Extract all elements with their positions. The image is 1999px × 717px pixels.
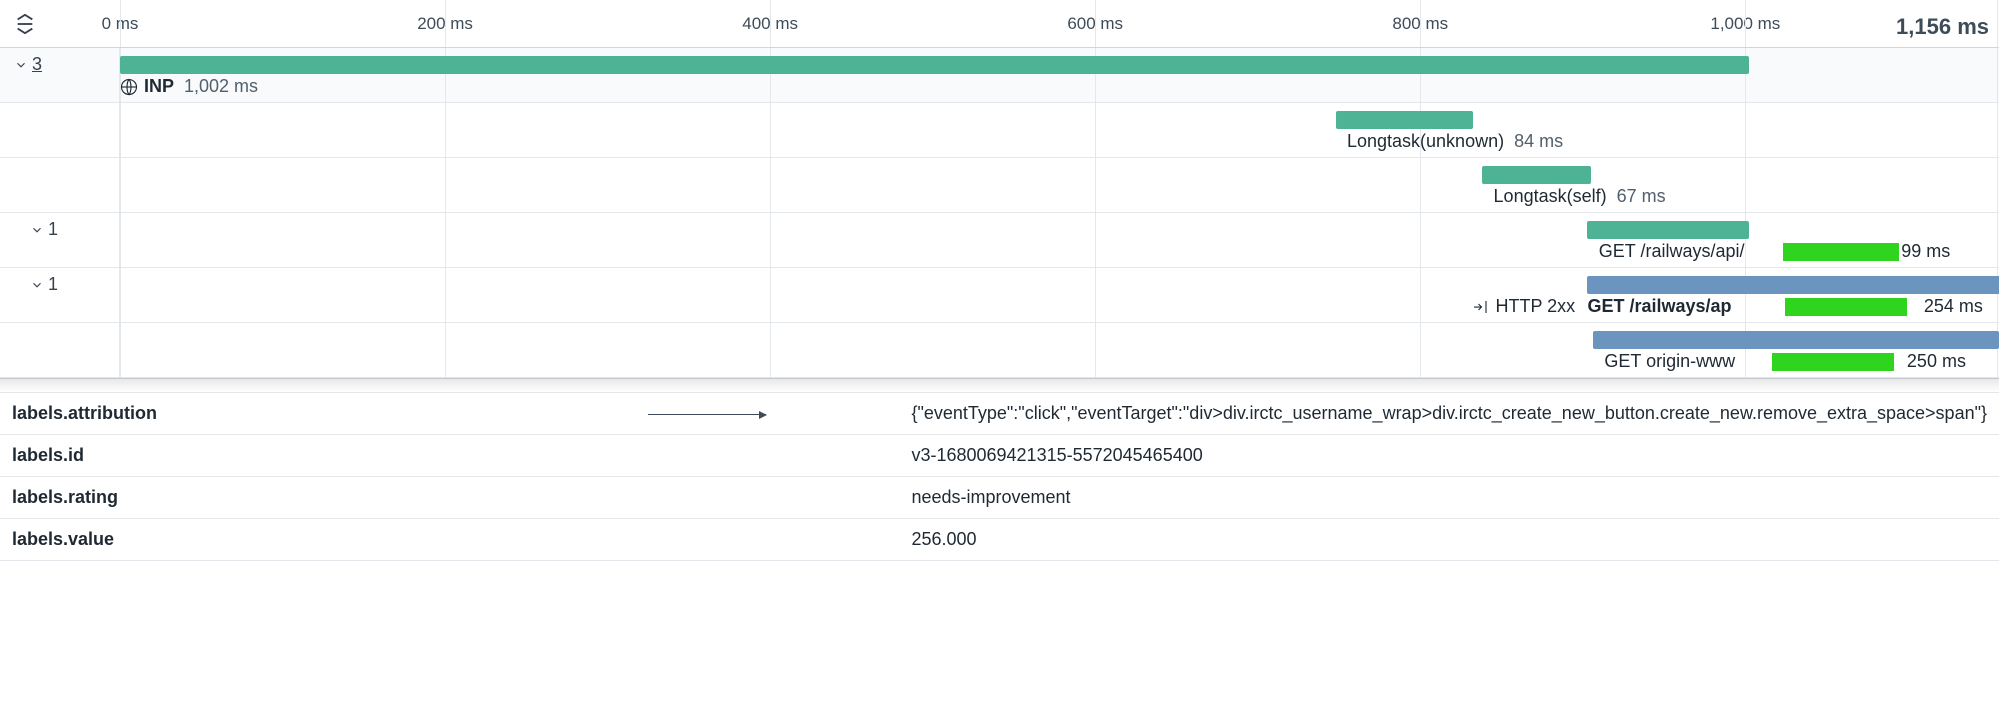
label-key: labels.rating	[0, 477, 899, 519]
waterfall-row[interactable]: 1 GET /railways/ap 254 ms HTTP 2xx	[0, 268, 1999, 323]
chevron-down-icon	[30, 278, 44, 292]
time-ruler: 0 ms200 ms400 ms600 ms800 ms1,000 ms1,15…	[0, 0, 1999, 48]
chevron-down-icon	[14, 58, 28, 72]
span-label: GET /railways/api/	[1599, 241, 1745, 262]
row-count: 1	[48, 219, 58, 240]
span-label: GET /railways/ap	[1587, 296, 1731, 317]
label-value: 256.000	[899, 519, 1999, 561]
redacted-block	[1785, 298, 1907, 316]
row-track: GET origin-www 250 ms	[120, 323, 1999, 377]
labels-table: labels.attribution{"eventType":"click","…	[0, 392, 1999, 561]
span-name: Longtask(self)	[1494, 186, 1607, 207]
label-key: labels.id	[0, 435, 899, 477]
span-prelabel: HTTP 2xx	[1471, 296, 1575, 317]
waterfall-row[interactable]: 1 GET /railways/api/99 ms	[0, 213, 1999, 268]
row-expander[interactable]: 1	[30, 219, 58, 240]
waterfall-row[interactable]: GET origin-www 250 ms	[0, 323, 1999, 378]
row-track: INP 1,002 ms	[120, 48, 1999, 102]
span-label: INP 1,002 ms	[120, 76, 258, 97]
redacted-block	[1783, 243, 1899, 261]
redacted-block	[1772, 353, 1894, 371]
span-name: Longtask(unknown)	[1347, 131, 1504, 152]
label-row: labels.value256.000	[0, 519, 1999, 561]
row-expander[interactable]: 1	[30, 274, 58, 295]
row-count: 1	[48, 274, 58, 295]
http-status-label: HTTP 2xx	[1495, 296, 1575, 317]
span-label: GET origin-www	[1604, 351, 1735, 372]
span-duration: 254 ms	[1924, 296, 1983, 317]
waterfall-row[interactable]: 3 INP 1,002 ms	[0, 48, 1999, 103]
row-gutter	[0, 103, 120, 157]
row-expander[interactable]: 3	[14, 54, 42, 75]
globe-icon	[120, 78, 138, 96]
label-key: labels.value	[0, 519, 899, 561]
row-track: GET /railways/api/99 ms	[120, 213, 1999, 267]
span-duration: 250 ms	[1907, 351, 1966, 372]
span-bar[interactable]	[1336, 111, 1473, 129]
span-bar[interactable]	[1587, 221, 1749, 239]
span-name: INP	[144, 76, 174, 97]
span-duration: 1,002 ms	[184, 76, 258, 97]
span-name: GET /railways/ap	[1587, 296, 1731, 317]
span-duration: 67 ms	[1617, 186, 1666, 207]
row-gutter: 1	[0, 213, 120, 267]
ruler-total: 1,156 ms	[1896, 14, 1989, 40]
span-bar[interactable]	[1482, 166, 1591, 184]
waterfall-row[interactable]: Longtask(unknown) 84 ms	[0, 103, 1999, 158]
row-count: 3	[32, 54, 42, 75]
label-value: {"eventType":"click","eventTarget":"div>…	[899, 393, 1999, 435]
collapse-all-icon[interactable]	[14, 13, 36, 35]
row-track: Longtask(self) 67 ms	[120, 158, 1999, 212]
arrow-annotation	[648, 414, 766, 415]
http-direction-icon	[1471, 298, 1489, 316]
waterfall-row[interactable]: Longtask(self) 67 ms	[0, 158, 1999, 213]
waterfall-rows: 3INP1,002 msLongtask(unknown)84 msLongta…	[0, 48, 1999, 378]
row-track: Longtask(unknown) 84 ms	[120, 103, 1999, 157]
label-row: labels.ratingneeds-improvement	[0, 477, 1999, 519]
span-bar[interactable]	[1587, 276, 1999, 294]
row-gutter	[0, 158, 120, 212]
label-key: labels.attribution	[0, 393, 899, 435]
span-duration: 84 ms	[1514, 131, 1563, 152]
row-track: GET /railways/ap 254 ms HTTP 2xx	[120, 268, 1999, 322]
row-gutter: 1	[0, 268, 120, 322]
label-row: labels.idv3-1680069421315-5572045465400	[0, 435, 1999, 477]
span-name: GET /railways/api/	[1599, 241, 1745, 262]
span-name: GET origin-www	[1604, 351, 1735, 372]
label-value: needs-improvement	[899, 477, 1999, 519]
span-duration: 99 ms	[1901, 241, 1950, 262]
span-bar[interactable]	[1593, 331, 1999, 349]
label-value: v3-1680069421315-5572045465400	[899, 435, 1999, 477]
panel-splitter[interactable]	[0, 378, 1999, 392]
span-bar[interactable]	[120, 56, 1749, 74]
waterfall-panel: 0 ms200 ms400 ms600 ms800 ms1,000 ms1,15…	[0, 0, 1999, 378]
span-label: Longtask(unknown) 84 ms	[1347, 131, 1563, 152]
row-gutter: 3	[0, 48, 120, 102]
chevron-down-icon	[30, 223, 44, 237]
row-gutter	[0, 323, 120, 377]
label-row: labels.attribution{"eventType":"click","…	[0, 393, 1999, 435]
span-label: Longtask(self) 67 ms	[1494, 186, 1666, 207]
